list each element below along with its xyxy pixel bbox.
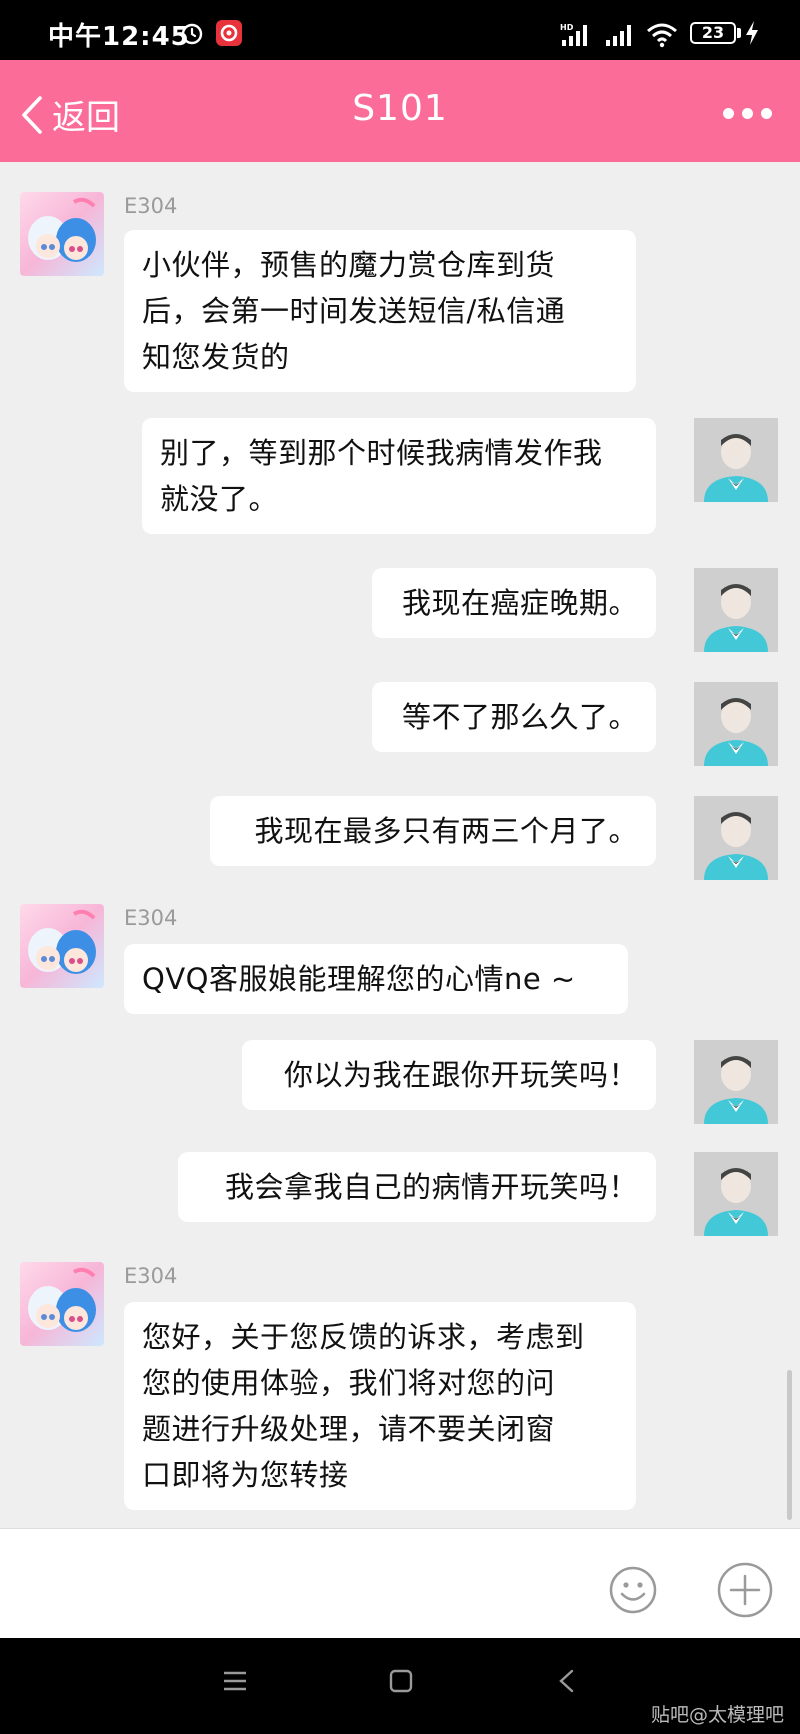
user-avatar[interactable] [694,568,778,652]
sender-name: E304 [124,906,178,930]
chat-scrollbar[interactable] [787,1370,792,1520]
status-time: 中午12:45 [48,22,190,52]
message-bubble-received[interactable]: 小伙伴，预售的魔力赏仓库到货 后，会第一时间发送短信/私信通 知您发货的 [124,230,636,392]
message-line: 知您发货的 [142,340,290,374]
staff-avatar[interactable] [20,192,104,276]
message-line: QVQ客服娘能理解您的心情ne ~ [142,962,576,996]
message-bubble-sent[interactable]: 我现在最多只有两三个月了。 [210,796,656,866]
message-bubble-sent[interactable]: 别了，等到那个时候我病情发作我 就没了。 [142,418,656,534]
message-bubble-sent[interactable]: 你以为我在跟你开玩笑吗！ [242,1040,656,1110]
message-line: 别了，等到那个时候我病情发作我 [160,436,603,470]
default-user-icon [694,796,778,880]
message-line: 我会拿我自己的病情开玩笑吗！ [224,1170,638,1204]
sender-name: E304 [124,1264,178,1288]
battery-tip [737,28,741,38]
message-line: 你以为我在跟你开玩笑吗！ [283,1058,638,1092]
menu-icon[interactable] [222,1668,248,1694]
status-bar: 中午12:45 HD 23 [0,0,800,60]
message-line: 您好，关于您反馈的诉求，考虑到 [142,1320,585,1354]
chat-title: S101 [352,88,448,129]
message-line: 小伙伴，预售的魔力赏仓库到货 [142,248,556,282]
message-line: 后，会第一时间发送短信/私信通 [142,294,566,328]
message-line: 我现在癌症晚期。 [401,586,638,620]
signal-hd-label: HD [560,23,574,32]
user-avatar[interactable] [694,418,778,502]
message-line: 题进行升级处理，请不要关闭窗 [142,1412,556,1446]
smiley-icon[interactable] [608,1565,658,1615]
watermark: 贴吧@太模理吧 [650,1704,784,1726]
charging-icon [746,21,758,45]
signal-icon [606,25,631,46]
message-input[interactable] [24,1549,584,1619]
plus-circle-icon[interactable] [716,1561,774,1619]
user-avatar[interactable] [694,1040,778,1124]
message-line: 就没了。 [160,482,279,516]
default-user-icon [694,418,778,502]
user-avatar[interactable] [694,796,778,880]
app-notification-icon [216,20,242,46]
message-bubble-received[interactable]: 您好，关于您反馈的诉求，考虑到 您的使用体验，我们将对您的问 题进行升级处理，请… [124,1302,636,1510]
square-home-icon[interactable] [388,1668,414,1694]
anime-avatar-icon [28,909,96,974]
battery-indicator: 23 [690,22,736,44]
staff-avatar[interactable] [20,1262,104,1346]
signal-hd-icon: HD [560,23,587,46]
anime-avatar-icon [28,197,96,262]
message-bubble-sent[interactable]: 等不了那么久了。 [372,682,656,752]
user-avatar[interactable] [694,682,778,766]
anime-avatar-icon [28,1267,96,1332]
default-user-icon [694,1040,778,1124]
message-line: 您的使用体验，我们将对您的问 [142,1366,556,1400]
message-line: 口即将为您转接 [142,1458,349,1492]
message-bubble-sent[interactable]: 我现在癌症晚期。 [372,568,656,638]
default-user-icon [694,1152,778,1236]
wifi-icon [647,23,677,48]
message-bubble-sent[interactable]: 我会拿我自己的病情开玩笑吗！ [178,1152,656,1222]
default-user-icon [694,682,778,766]
sender-name: E304 [124,194,178,218]
staff-avatar[interactable] [20,904,104,988]
message-line: 等不了那么久了。 [401,700,638,734]
chat-header: 返回 S101 [0,60,800,162]
input-bar [0,1528,800,1638]
more-dots-icon[interactable] [723,108,772,119]
triangle-back-icon[interactable] [556,1668,578,1694]
message-line: 我现在最多只有两三个月了。 [254,814,638,848]
alarm-icon [181,23,203,45]
user-avatar[interactable] [694,1152,778,1236]
default-user-icon [694,568,778,652]
message-bubble-received[interactable]: QVQ客服娘能理解您的心情ne ~ [124,944,628,1014]
